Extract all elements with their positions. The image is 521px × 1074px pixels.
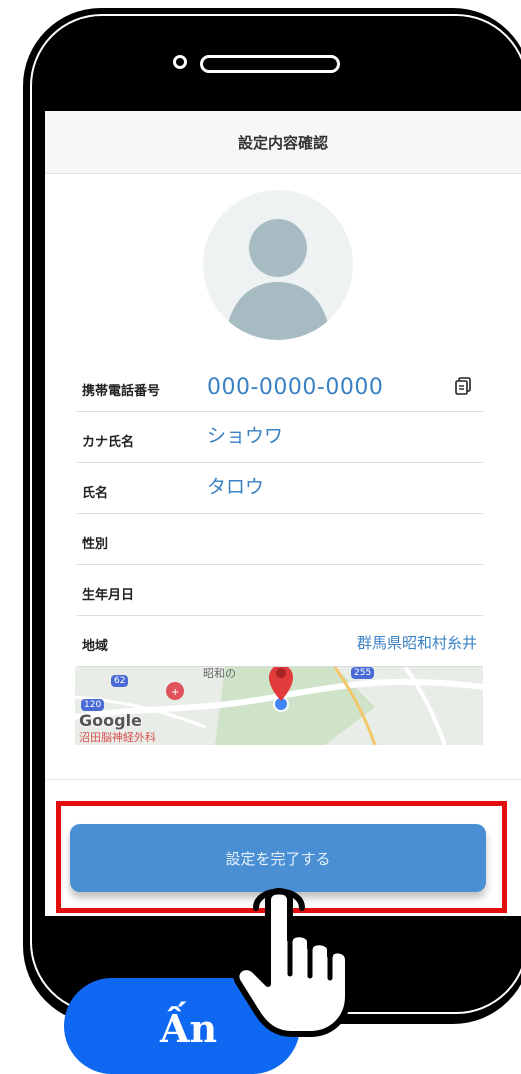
kana-name-value: ショウワ <box>207 425 284 447</box>
phone-camera <box>173 55 187 69</box>
divider <box>45 779 521 780</box>
route-badge: 62 <box>111 675 129 687</box>
row-name: 氏名 タロウ <box>77 463 483 514</box>
birthdate-label: 生年月日 <box>82 588 135 603</box>
region-label: 地域 <box>82 639 109 654</box>
svg-text:+: + <box>171 687 179 698</box>
row-gender: 性別 <box>77 514 483 565</box>
phone-label: 携帯電話番号 <box>82 384 161 399</box>
avatar <box>203 190 353 340</box>
gender-label: 性別 <box>82 537 109 552</box>
route-badge: 255 <box>351 667 375 679</box>
google-logo: Google <box>79 711 142 730</box>
copy-icon[interactable] <box>455 377 471 395</box>
phone-speaker <box>200 55 340 73</box>
pointing-hand-icon <box>233 888 351 1037</box>
name-value: タロウ <box>207 476 265 498</box>
row-kana-name: カナ氏名 ショウワ <box>77 412 483 463</box>
name-label: 氏名 <box>82 486 109 501</box>
kana-name-label: カナ氏名 <box>82 435 135 450</box>
map-preview[interactable]: + 昭和の 62 120 255 Google 沼田脳神経外科 <box>75 667 483 745</box>
map-hospital-label: 沼田脳神経外科 <box>79 731 156 744</box>
map-place-label: 昭和の <box>203 667 236 680</box>
page-title: 設定内容確認 <box>237 133 328 152</box>
person-icon <box>225 219 331 340</box>
row-region: 地域 群馬県昭和村糸井 <box>77 616 483 667</box>
settings-list: 携帯電話番号 000-0000-0000 カナ氏名 ショウワ 氏名 タロウ 性別… <box>77 361 483 667</box>
row-birthdate: 生年月日 <box>77 565 483 616</box>
phone-value: 000-0000-0000 <box>207 375 384 400</box>
route-badge: 120 <box>81 699 105 711</box>
region-value: 群馬県昭和村糸井 <box>356 634 477 652</box>
header: 設定内容確認 <box>45 111 521 174</box>
press-label: Ấn <box>160 1006 218 1051</box>
app-screen: 設定内容確認 携帯電話番号 000-0000-0000 カナ氏名 ショウワ 氏名… <box>45 111 521 916</box>
row-phone: 携帯電話番号 000-0000-0000 <box>77 361 483 412</box>
